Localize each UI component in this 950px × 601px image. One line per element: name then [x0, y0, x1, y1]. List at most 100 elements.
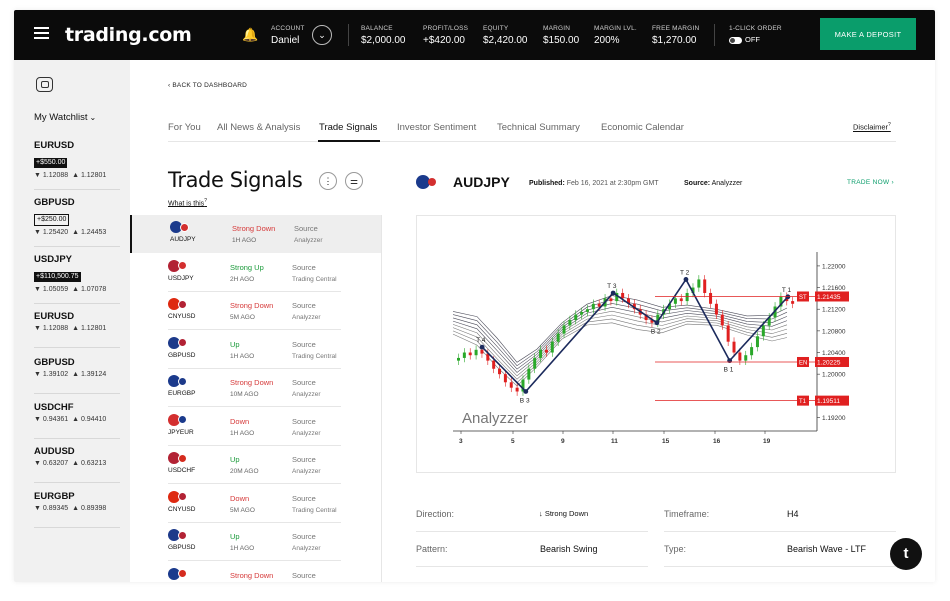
- x-tick-label: 9: [561, 438, 565, 445]
- candle-body: [503, 374, 507, 383]
- type-label: Type:: [664, 544, 687, 554]
- watchlist-prices: ▼ 0.89345 ▲ 0.89398: [34, 505, 107, 512]
- x-tick-label: 5: [511, 438, 515, 445]
- signal-row[interactable]: GBPUSD Up 1H AGO Source Analyzzer: [130, 523, 381, 561]
- one-click-order[interactable]: 1-CLICK ORDER OFF: [729, 25, 782, 44]
- chat-button[interactable]: t: [890, 538, 922, 570]
- logo[interactable]: trading.com: [65, 24, 192, 46]
- pattern-point: [654, 320, 660, 326]
- signal-pair: USDJPY: [168, 274, 194, 282]
- signal-row[interactable]: USDCHF Up 20M AGO Source Analyzzer: [130, 446, 381, 484]
- source-label: Source: [292, 455, 316, 464]
- candle-body: [755, 336, 759, 348]
- x-tick-label: 3: [459, 438, 463, 445]
- source-label: Source: [292, 493, 316, 503]
- candle-body: [562, 325, 566, 334]
- watchlist-prices: ▼ 1.25420 ▲ 1.24453: [34, 229, 107, 236]
- watchlist-item[interactable]: EURGBP ▼ 0.89345 ▲ 0.89398: [34, 491, 120, 528]
- watchlist-item[interactable]: GBPUSD ▼ 1.39102 ▲ 1.39124: [34, 357, 120, 394]
- jp-flag-icon: [428, 178, 436, 186]
- signal-time: 1H AGO: [230, 429, 255, 437]
- tab-economic-calendar[interactable]: Economic Calendar: [601, 122, 684, 133]
- source-label: Source: [292, 378, 316, 387]
- candle-body: [726, 325, 730, 342]
- candle-body: [609, 298, 613, 302]
- signal-direction: Strong Up: [230, 262, 264, 272]
- candle-body: [621, 292, 625, 299]
- x-tick-label: 19: [763, 438, 771, 445]
- signal-direction: Strong Down: [232, 224, 276, 233]
- panel-divider: [381, 215, 382, 582]
- trade-now-link[interactable]: TRADE NOW ›: [847, 179, 894, 186]
- signal-row[interactable]: CNYUSD Down 5M AGO Source Trading Central: [130, 485, 381, 523]
- source-label: Source: [292, 339, 316, 349]
- divider: [348, 24, 349, 46]
- tab-technical-summary[interactable]: Technical Summary: [497, 122, 580, 133]
- pair-flags: [170, 221, 194, 233]
- make-deposit-button[interactable]: MAKE A DEPOSIT: [820, 18, 916, 50]
- candle-body: [744, 355, 748, 361]
- flag-icon: [178, 299, 187, 309]
- row-divider: [664, 566, 896, 567]
- watchlist-prices: ▼ 1.39102 ▲ 1.39124: [34, 371, 107, 378]
- watchlist-title[interactable]: My Watchlist ⌄: [34, 112, 96, 123]
- menu-icon[interactable]: [34, 27, 49, 39]
- pair-flags: [168, 298, 192, 310]
- signal-direction: Down: [230, 416, 250, 426]
- signal-pair: GBPUSD: [168, 544, 196, 551]
- active-tab-indicator: [318, 140, 380, 142]
- signal-row[interactable]: CNYUSD Strong Down 5M AGO Source Analyzzer: [130, 292, 381, 330]
- signal-source: Analyzzer: [292, 429, 321, 437]
- watchlist-item[interactable]: EURUSD ▼ 1.12088 ▲ 1.12801: [34, 311, 120, 348]
- source-label: Source: [292, 416, 316, 426]
- watchlist-item[interactable]: USDCHF ▼ 0.94361 ▲ 0.94410: [34, 402, 120, 439]
- signal-direction: Strong Down: [230, 378, 274, 387]
- tab-trade-signals[interactable]: Trade Signals: [319, 122, 377, 133]
- pair-flags: [168, 336, 192, 349]
- signal-row[interactable]: AUDJPY Strong Down 1H AGO Source Analyzzer: [130, 215, 381, 253]
- equity-stat: EQUITY $2,420.00: [483, 25, 528, 46]
- watchlist-toggle-icon[interactable]: [36, 77, 53, 92]
- filter-icon[interactable]: ⚌: [345, 172, 363, 190]
- more-options-icon[interactable]: ⋮: [319, 172, 337, 190]
- signal-row[interactable]: EURGBP Strong Down 10M AGO Source Analyzzer: [130, 369, 381, 407]
- watchlist-item[interactable]: GBPUSD +$250.00 ▼ 1.25420 ▲ 1.24453: [34, 197, 120, 247]
- signal-source: Analyzzer: [292, 314, 321, 321]
- candle-body: [568, 320, 572, 326]
- signal-direction: Up: [230, 532, 240, 541]
- toggle-switch[interactable]: [729, 36, 742, 44]
- chevron-down-icon[interactable]: ⌄: [312, 25, 332, 45]
- tab-all-news[interactable]: All News & Analysis: [217, 122, 300, 133]
- y-tick-label: 1.20400: [822, 350, 846, 357]
- watchlist-symbol: USDCHF: [34, 402, 74, 413]
- account[interactable]: ACCOUNT Daniel: [271, 25, 305, 46]
- candle-body: [673, 298, 677, 304]
- level-name: ST: [799, 295, 807, 301]
- watchlist-symbol: GBPUSD: [34, 357, 75, 368]
- pair-flags: [168, 413, 192, 426]
- watchlist-item[interactable]: EURUSD +$550.00 ▼ 1.12088 ▲ 1.12801: [34, 140, 120, 190]
- tab-for-you[interactable]: For You: [168, 122, 201, 133]
- candle-body: [697, 279, 701, 288]
- signal-row[interactable]: GBPUSD Up 1H AGO Source Trading Central: [130, 331, 381, 369]
- watchlist-item[interactable]: USDJPY +$110,500.75 ▼ 1.05059 ▲ 1.07078: [34, 254, 120, 304]
- back-to-dashboard-link[interactable]: ‹ BACK TO DASHBOARD: [168, 82, 247, 89]
- watchlist-divider: [34, 189, 120, 190]
- row-divider: [664, 531, 896, 532]
- signal-time: 20M AGO: [230, 468, 259, 475]
- signal-row[interactable]: USDJPY Strong Up 2H AGO Source Trading Centr…: [130, 254, 381, 292]
- bell-icon[interactable]: 🔔: [242, 27, 258, 43]
- watchlist-divider: [34, 482, 120, 483]
- disclaimer-link[interactable]: Disclaimer?: [853, 122, 891, 132]
- signal-row[interactable]: EURUSDStrong DownSource: [130, 562, 381, 583]
- candle-body: [515, 387, 519, 392]
- candle-body: [720, 314, 724, 326]
- watchlist-divider: [34, 347, 120, 348]
- tab-investor-sentiment[interactable]: Investor Sentiment: [397, 122, 476, 133]
- candle-body: [591, 303, 595, 310]
- watchlist-item[interactable]: AUDUSD ▼ 0.63207 ▲ 0.63213: [34, 446, 120, 483]
- row-divider: [416, 531, 648, 532]
- signal-row[interactable]: JPYEUR Down 1H AGO Source Analyzzer: [130, 408, 381, 446]
- signal-direction: Down: [230, 493, 250, 503]
- what-is-this-link[interactable]: What is this?: [168, 198, 207, 207]
